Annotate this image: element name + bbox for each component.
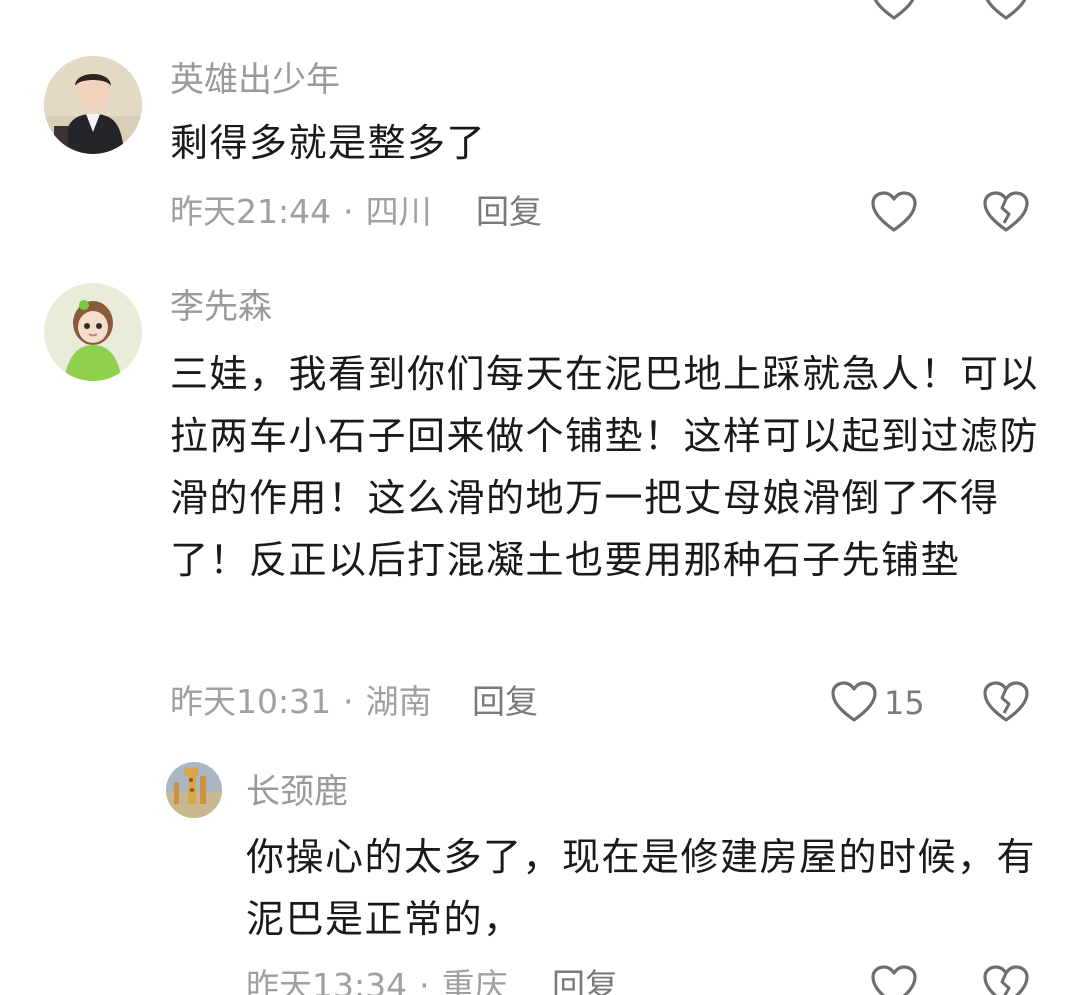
reply-button[interactable]: 回复 <box>552 966 618 995</box>
dislike-icon[interactable] <box>982 964 1030 995</box>
comment-location: 四川 <box>365 192 432 231</box>
comment-text: 三娃，我看到你们每天在泥巴地上踩就急人！可以拉两车小石子回来做个铺垫！这样可以起… <box>170 352 1040 582</box>
reply-meta: 昨天13:34 · 重庆 <box>246 966 508 995</box>
avatar-boy-image <box>44 56 142 154</box>
like-icon[interactable] <box>870 964 918 995</box>
separator-dot: · <box>419 966 430 995</box>
comment-time: 昨天10:31 <box>170 682 332 721</box>
comment-meta: 昨天10:31 · 湖南 <box>170 682 432 722</box>
prev-like-icon[interactable] <box>870 0 918 22</box>
comment-text: 剩得多就是整多了 <box>170 121 487 165</box>
avatar-giraffe-image <box>166 762 222 818</box>
comment-time: 昨天21:44 <box>170 192 332 231</box>
like-icon[interactable] <box>870 190 918 234</box>
avatar[interactable] <box>166 762 222 818</box>
comment-author[interactable]: 李先森 <box>170 287 272 327</box>
prev-dislike-icon[interactable] <box>982 0 1030 22</box>
like-icon[interactable] <box>830 680 878 724</box>
reply-text: 你操心的太多了，现在是修建房屋的时候，有泥巴是正常的， <box>246 835 1037 941</box>
reply-location: 重庆 <box>441 966 508 995</box>
reply-time: 昨天13:34 <box>246 966 408 995</box>
dislike-icon[interactable] <box>982 680 1030 724</box>
reply-author[interactable]: 长颈鹿 <box>246 772 348 812</box>
reply-button[interactable]: 回复 <box>476 192 542 232</box>
like-count: 15 <box>884 684 925 722</box>
comment-meta: 昨天21:44 · 四川 <box>170 192 432 232</box>
avatar[interactable] <box>44 56 142 154</box>
reply-button[interactable]: 回复 <box>472 682 538 722</box>
comment-list: 英雄出少年 剩得多就是整多了 昨天21:44 · 四川 回复 李先森 三娃，我看… <box>0 0 1080 995</box>
avatar-doll-image <box>44 283 142 381</box>
avatar[interactable] <box>44 283 142 381</box>
separator-dot: · <box>343 682 354 721</box>
separator-dot: · <box>343 192 354 231</box>
dislike-icon[interactable] <box>982 190 1030 234</box>
comment-author[interactable]: 英雄出少年 <box>170 60 340 100</box>
comment-location: 湖南 <box>365 682 432 721</box>
